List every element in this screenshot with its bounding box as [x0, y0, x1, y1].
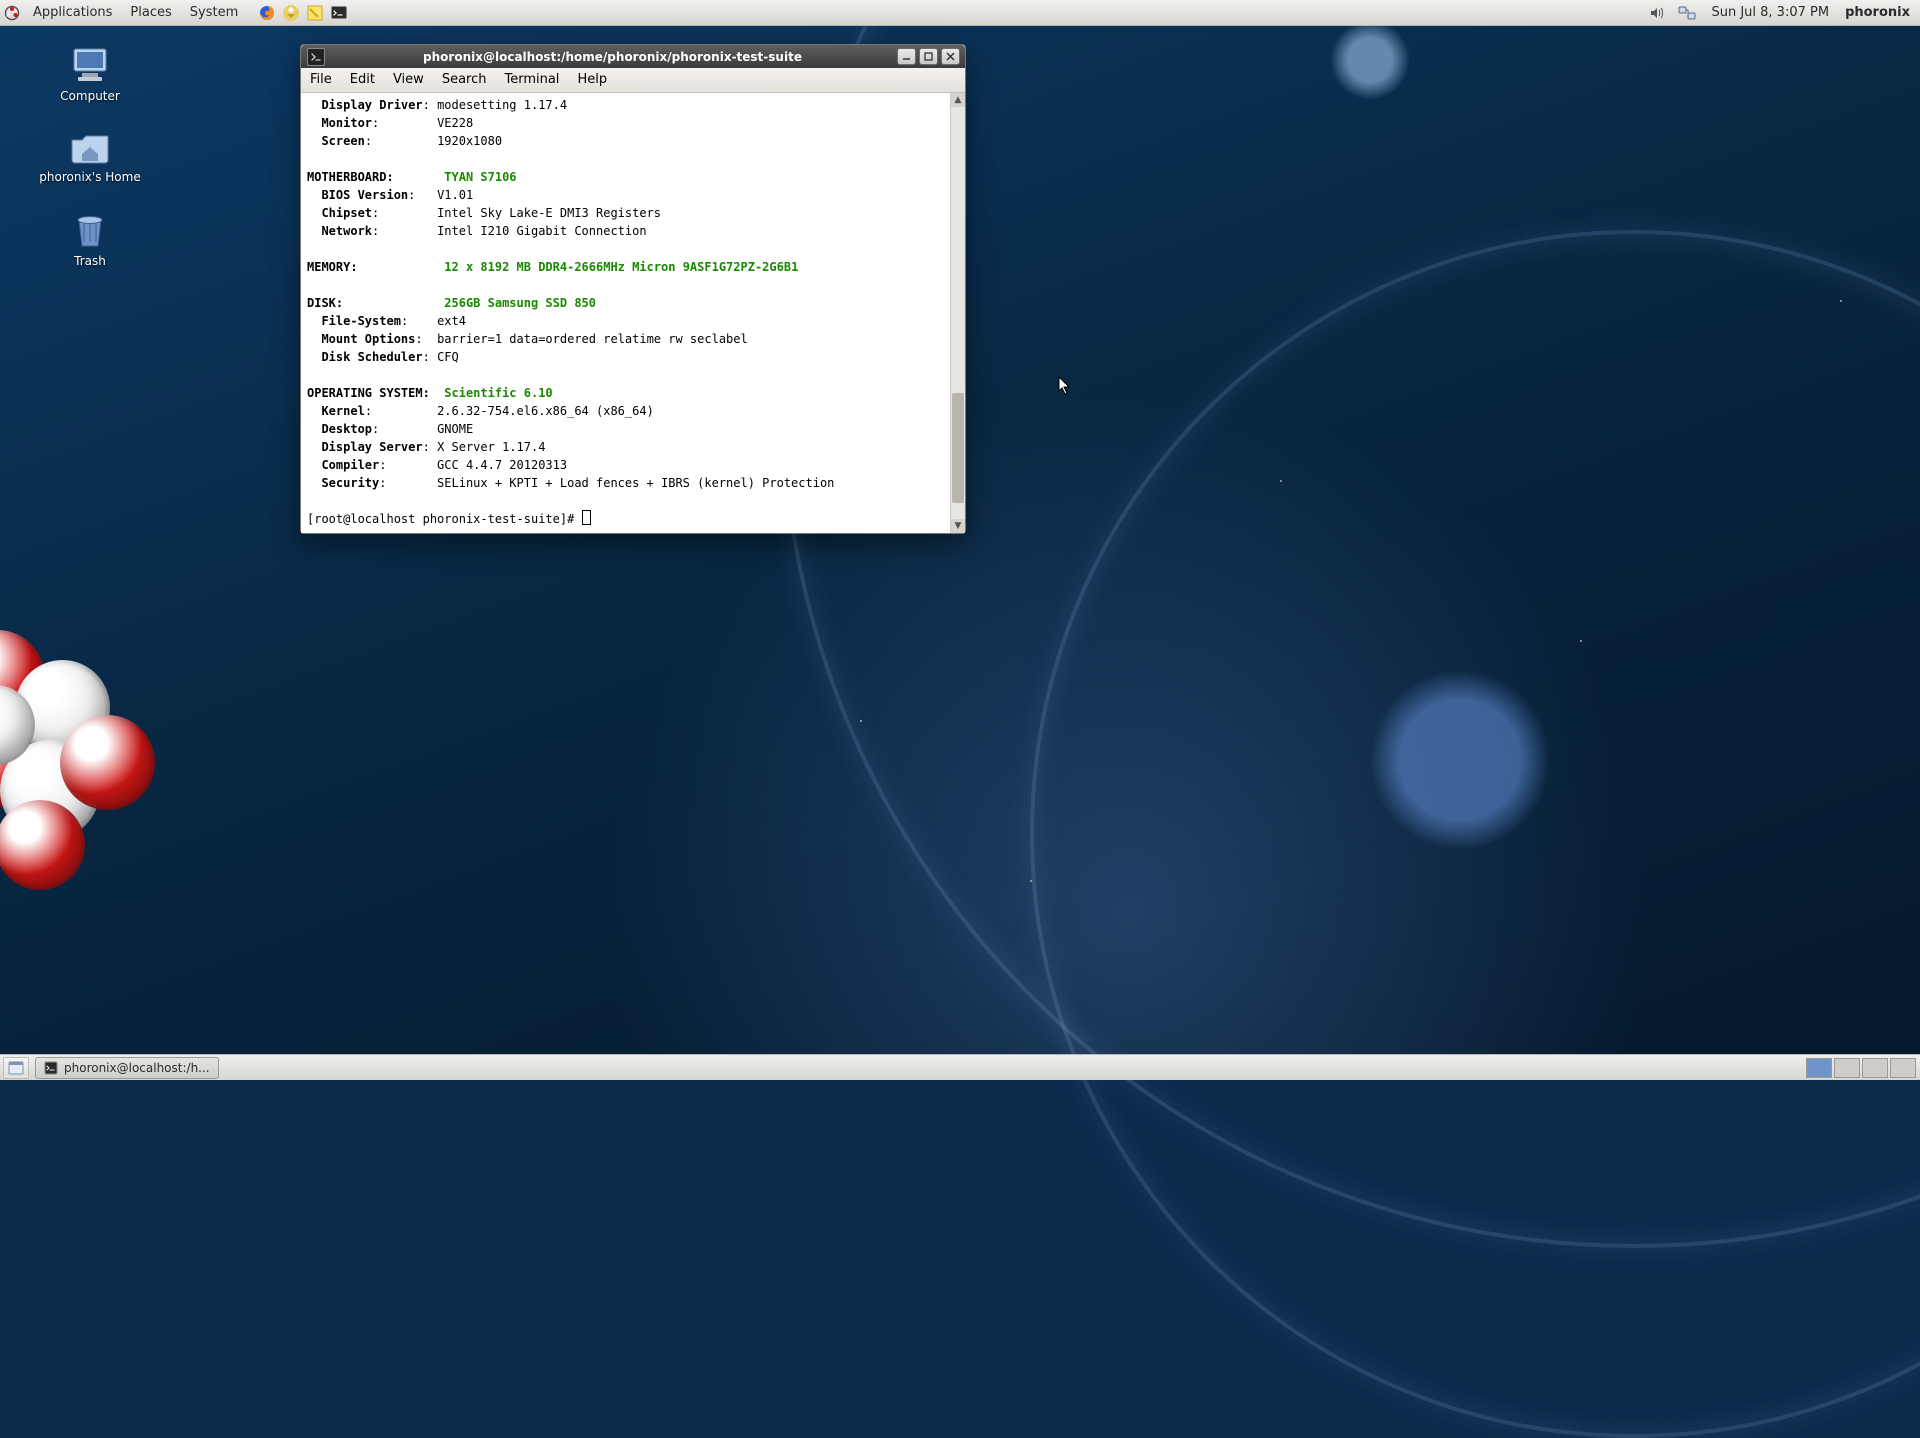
- taskbar-button-terminal[interactable]: phoronix@localhost:/h...: [35, 1057, 219, 1079]
- top-panel: Applications Places System Sun Jul 8, 3:…: [0, 0, 1920, 26]
- clock[interactable]: Sun Jul 8, 3:07 PM: [1705, 5, 1835, 20]
- menu-view[interactable]: View: [384, 68, 433, 92]
- window-titlebar[interactable]: phoronix@localhost:/home/phoronix/phoron…: [301, 45, 965, 68]
- wallpaper-star: [1840, 300, 1842, 302]
- workspace-2[interactable]: [1834, 1058, 1860, 1078]
- menu-system[interactable]: System: [181, 0, 247, 25]
- terminal-cursor: [582, 510, 591, 525]
- scrollbar-thumb[interactable]: [952, 393, 964, 503]
- window-close-button[interactable]: [941, 48, 960, 65]
- terminal-body: Display Driver: modesetting 1.17.4 Monit…: [301, 93, 965, 533]
- volume-icon[interactable]: [1647, 3, 1667, 23]
- distro-logo-icon[interactable]: [2, 3, 22, 23]
- desktop-icon-home[interactable]: phoronix's Home: [30, 128, 150, 184]
- terminal-prompt: [root@localhost phoronix-test-suite]#: [307, 512, 582, 526]
- workspace-1[interactable]: [1806, 1058, 1832, 1078]
- computer-icon: [68, 45, 112, 85]
- evolution-mail-icon[interactable]: [281, 3, 301, 23]
- desktop-icon-computer[interactable]: Computer: [30, 45, 150, 103]
- firefox-icon[interactable]: [257, 3, 277, 23]
- desktop-icon-label: Trash: [30, 254, 150, 268]
- workspace-switcher[interactable]: [1806, 1058, 1916, 1078]
- show-desktop-button[interactable]: [3, 1057, 29, 1079]
- wallpaper-star: [1580, 640, 1582, 642]
- terminal-window: phoronix@localhost:/home/phoronix/phoron…: [300, 44, 966, 534]
- network-icon[interactable]: [1677, 3, 1697, 23]
- notes-icon[interactable]: [305, 3, 325, 23]
- scrollbar-up-button[interactable]: ▲: [951, 93, 965, 107]
- taskbar-button-label: phoronix@localhost:/h...: [64, 1061, 210, 1075]
- terminal-launcher-icon[interactable]: [329, 3, 349, 23]
- wallpaper-star: [1280, 480, 1282, 482]
- wallpaper-atom: [0, 630, 200, 890]
- terminal-icon: [307, 48, 325, 66]
- wallpaper-star: [1030, 880, 1032, 882]
- desktop-icon-trash[interactable]: Trash: [30, 210, 150, 268]
- menu-terminal[interactable]: Terminal: [495, 68, 568, 92]
- window-minimize-button[interactable]: [897, 48, 916, 65]
- folder-home-icon: [68, 128, 112, 166]
- terminal-menubar: File Edit View Search Terminal Help: [301, 68, 965, 93]
- menu-edit[interactable]: Edit: [341, 68, 384, 92]
- window-maximize-button[interactable]: [919, 48, 938, 65]
- wallpaper-star: [860, 720, 862, 722]
- workspace-3[interactable]: [1862, 1058, 1888, 1078]
- terminal-icon: [44, 1061, 58, 1075]
- bottom-panel: phoronix@localhost:/h...: [0, 1054, 1920, 1080]
- user-menu[interactable]: phoronix: [1841, 5, 1914, 20]
- trash-icon: [70, 210, 110, 250]
- terminal-output[interactable]: Display Driver: modesetting 1.17.4 Monit…: [301, 93, 950, 533]
- menu-file[interactable]: File: [301, 68, 341, 92]
- menu-help[interactable]: Help: [568, 68, 616, 92]
- desktop-icon-label: Computer: [30, 89, 150, 103]
- menu-places[interactable]: Places: [121, 0, 180, 25]
- scrollbar-down-button[interactable]: ▼: [951, 519, 965, 533]
- terminal-scrollbar[interactable]: ▲ ▼: [950, 93, 965, 533]
- workspace-4[interactable]: [1890, 1058, 1916, 1078]
- desktop-icon-label: phoronix's Home: [30, 170, 150, 184]
- menu-search[interactable]: Search: [433, 68, 496, 92]
- menu-applications[interactable]: Applications: [24, 0, 121, 25]
- mouse-cursor-icon: [1058, 376, 1072, 396]
- window-title: phoronix@localhost:/home/phoronix/phoron…: [331, 50, 894, 64]
